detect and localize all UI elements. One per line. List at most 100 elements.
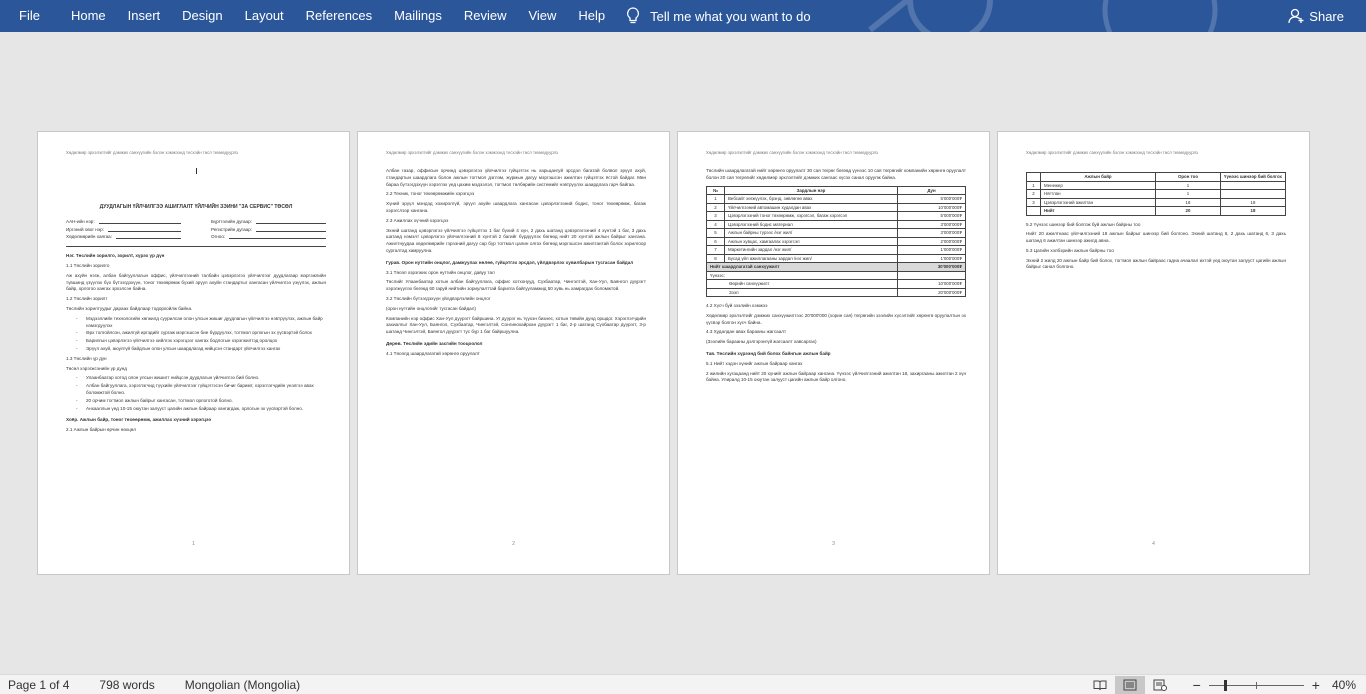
- table-header: Орон тоо: [1155, 172, 1221, 182]
- language-indicator[interactable]: Mongolian (Mongolia): [185, 678, 300, 692]
- tab-view[interactable]: View: [517, 0, 567, 32]
- tab-file[interactable]: File: [0, 0, 60, 32]
- page-2[interactable]: Хөдөлмөр эрхэлэлтийг дэмжих санхүүгийн б…: [357, 131, 670, 575]
- table-header: №: [706, 185, 725, 196]
- table-total-row: Нийт 20 18: [1026, 206, 1286, 216]
- word-count[interactable]: 798 words: [99, 678, 154, 692]
- paragraph: Компанийн нэр оффис Хан-Уул дүүрэгт байр…: [386, 315, 646, 335]
- zoom-slider[interactable]: [1208, 679, 1304, 691]
- tell-me-text: Tell me what you want to do: [650, 8, 811, 24]
- paragraph: Төслийн зорилтуудыг дараах байдлаар тодо…: [66, 305, 193, 311]
- table-header-row: Ажлын байр Орон тоо Үүнээс шинээр бий бо…: [1026, 172, 1286, 182]
- subsection-heading: 1.3 Төслийн үр дүн: [66, 355, 107, 361]
- paragraph: (орон нутгийн онцлогийг тусгасан байдал): [386, 305, 476, 311]
- subsection-heading: 5.2 Үүнээс шинээр бий болгож буй ажлын б…: [1026, 221, 1141, 227]
- table-row: 7 Маркетингийн зардал /нэг жил/1'000'000₮: [706, 245, 966, 255]
- zoom-out-button[interactable]: −: [1193, 677, 1201, 693]
- status-bar: Page 1 of 4 798 words Mongolian (Mongoli…: [0, 674, 1366, 694]
- table-header: Дүн: [897, 185, 966, 196]
- share-button[interactable]: Share: [1288, 0, 1344, 32]
- jobs-table: Ажлын байр Орон тоо Үүнээс шинээр бий бо…: [1026, 172, 1286, 216]
- tab-insert[interactable]: Insert: [117, 0, 172, 32]
- read-mode-button[interactable]: [1085, 676, 1115, 694]
- table-header: Ажлын байр: [1040, 172, 1156, 182]
- form-field: Огноо:: [211, 234, 326, 241]
- paragraph: Төсөл хэрэгжсэнийн үр дүнд: [66, 365, 127, 371]
- document-area[interactable]: Хөдөлмөр эрхэлэлтийг дэмжих санхүүгийн б…: [0, 32, 1366, 674]
- section-heading: Нэг. Төслийн зорилго, зорилт, хүрэх үр д…: [66, 253, 165, 259]
- page-count[interactable]: Page 1 of 4: [8, 678, 69, 692]
- list-item: 20 орчим тогтмол ажлын байрыг хангасан, …: [66, 398, 326, 405]
- doc-title: ДУУДЛАГЫН ҮЙЛЧИЛГЭЭ АШИГЛАЛТ ҮЙЛЧИЙН ЗЭИ…: [99, 204, 293, 210]
- form-field: Иргэний овог нэр:: [66, 227, 181, 234]
- tab-home[interactable]: Home: [60, 0, 117, 32]
- tab-references[interactable]: References: [295, 0, 383, 32]
- print-layout-button[interactable]: [1114, 675, 1145, 694]
- form-field: ААН-ийн нэр:: [66, 219, 181, 226]
- tell-me-box[interactable]: Tell me what you want to do: [626, 0, 811, 32]
- paragraph: 2 жилийн хугацаанд нийт 20 хүнийг ажлын …: [706, 370, 966, 383]
- investment-table: № Зардлын нэр Дүн 1 Вебсайт хөгжүүлэх, бр…: [706, 185, 966, 298]
- page-3[interactable]: Хөдөлмөр эрхэлэлтийг дэмжих санхүүгийн б…: [677, 131, 990, 575]
- tab-review[interactable]: Review: [453, 0, 518, 32]
- web-layout-icon: [1153, 679, 1167, 691]
- table-header: Үүнээс шинээр бий болгох: [1220, 172, 1286, 182]
- table-row: 3 Цэвэрлэгээний ажилтан 18 18: [1026, 197, 1286, 207]
- subsection-heading: 5.3 Цагийн хэлбэрийн ажлын байрны тоо: [1026, 247, 1114, 253]
- list-item: Анхааллын үед 10-15 оюутан залууст цагий…: [66, 406, 326, 413]
- page-header: Хөдөлмөр эрхэлэлтийг дэмжих санхүүгийн б…: [706, 150, 879, 155]
- list-item: Эрүүл ахуй, аюулгүй байдлын олон улсын ш…: [66, 346, 326, 353]
- zoom-in-button[interactable]: +: [1312, 677, 1320, 693]
- subsection-heading: 3.1 Төсөл хэрэгжих орон нутгийн онцлог, …: [386, 269, 495, 275]
- list-item: Албан байгууллага, хэрэглэгчид түүхийн ү…: [66, 383, 326, 397]
- web-layout-button[interactable]: [1145, 676, 1175, 694]
- table-row: 3 Цэвэрлэгээний тоног төхөөрөмж, хэрэгсэл…: [706, 211, 966, 221]
- form-field: Хөдөлмөрийн хаягаа:: [66, 234, 181, 241]
- page-4[interactable]: Хөдөлмөр эрхэлэлтийг дэмжих санхүүгийн б…: [997, 131, 1310, 575]
- table-row: 5 Ажлын байрны түрээс /нэг жил/3'000'000₮: [706, 228, 966, 238]
- paragraph: (Зээлийн барааны дэлгэрэнгүй жагсаалт ха…: [706, 339, 817, 345]
- tab-mailings[interactable]: Mailings: [383, 0, 453, 32]
- applicant-form: ААН-ийн нэр: Бүртгэлийн дугаар: Иргэний …: [66, 219, 326, 241]
- ribbon-watermark-icon: [868, 0, 1218, 32]
- table-row: 4 Цэвэрлэгээний бодис материал 3'000'000₮: [706, 219, 966, 230]
- tab-help[interactable]: Help: [567, 0, 616, 32]
- paragraph: Эхний шатанд цэвэрлэгээ үйлчилгээ гүйцэт…: [386, 227, 646, 253]
- subsection-heading: 1.1 Төслийн зорилго: [66, 262, 110, 268]
- table-row: Зээл 20'000'000₮: [706, 287, 966, 298]
- list-item: Барилгын цэвэрлэгээ үйлчилгээ хийлгэх хэ…: [66, 338, 326, 345]
- paragraph: Хөдөлмөр эрхлэлтийг дэмжих санхүүжилтээс…: [706, 312, 966, 325]
- page-number: 1: [192, 541, 195, 548]
- zoom-slider-thumb[interactable]: [1223, 679, 1227, 691]
- form-field: Бүртгэлийн дугаар:: [211, 219, 326, 226]
- page-number: 4: [1152, 541, 1155, 548]
- zoom-slider-midpoint: [1255, 681, 1257, 689]
- table-row: 6 Ажлын хувцас, хамгаалах хэрэгсэл 2'000'0…: [706, 236, 966, 247]
- table-total-row: Нийт шаардлагатай санхүүжилт 30'000'000₮: [706, 262, 966, 272]
- section-heading: Гурав. Орон нутгийн онцлог, дамжуулах нө…: [386, 259, 634, 265]
- list-item: Мэдээллийн технологийн хөгжилд суурилсан…: [66, 316, 326, 330]
- paragraph: Аж ахуйн нэгж, албан байгууллагын оффис,…: [66, 272, 326, 292]
- subsection-heading: 4.1 Төсөлд шаардлагатай хөрөнгө оруулалт: [386, 350, 480, 356]
- lightbulb-icon: [627, 7, 640, 24]
- paragraph: Нийт 20 ажилтнаас үйлчилгээний 18 ажлын …: [1026, 231, 1286, 244]
- subsection-heading: 4.3 Худалдан авах барааны жагсаалт: [706, 329, 787, 335]
- table-row: Үүнээс:: [706, 270, 966, 281]
- page-number: 3: [832, 541, 835, 548]
- book-icon: [1093, 680, 1107, 691]
- table-header: Зардлын нэр: [724, 185, 898, 196]
- tab-design[interactable]: Design: [171, 0, 233, 32]
- table-header-row: № Зардлын нэр Дүн: [706, 185, 966, 196]
- page-header: Хөдөлмөр эрхэлэлтийг дэмжих санхүүгийн б…: [66, 150, 239, 155]
- section-heading: Хоёр. Ажлын байр, тоног төхөөрөмж, ажилл…: [66, 417, 212, 423]
- paragraph: Төслийн шаардлагатай нийт хөрөнгө оруула…: [706, 168, 966, 180]
- paragraph: Эхний 2 жилд 20 ажлын байр бий болох, то…: [1026, 257, 1286, 270]
- paragraph: Төслийг Улаанбаатар хотын албан байгуулл…: [386, 279, 646, 292]
- page-1[interactable]: Хөдөлмөр эрхэлэлтийг дэмжих санхүүгийн б…: [37, 131, 350, 575]
- list-item: Улаанбаатар хотод олон улсын жишигт нийц…: [66, 375, 326, 382]
- share-label: Share: [1309, 8, 1344, 24]
- section-heading: Тав. Төслийн хүрээнд бий болох байнгын а…: [706, 351, 831, 357]
- tab-layout[interactable]: Layout: [234, 0, 295, 32]
- subsection-heading: 2.1 Ажлын байрын өрчин нөхцөл: [66, 427, 136, 433]
- zoom-level[interactable]: 40%: [1332, 678, 1356, 692]
